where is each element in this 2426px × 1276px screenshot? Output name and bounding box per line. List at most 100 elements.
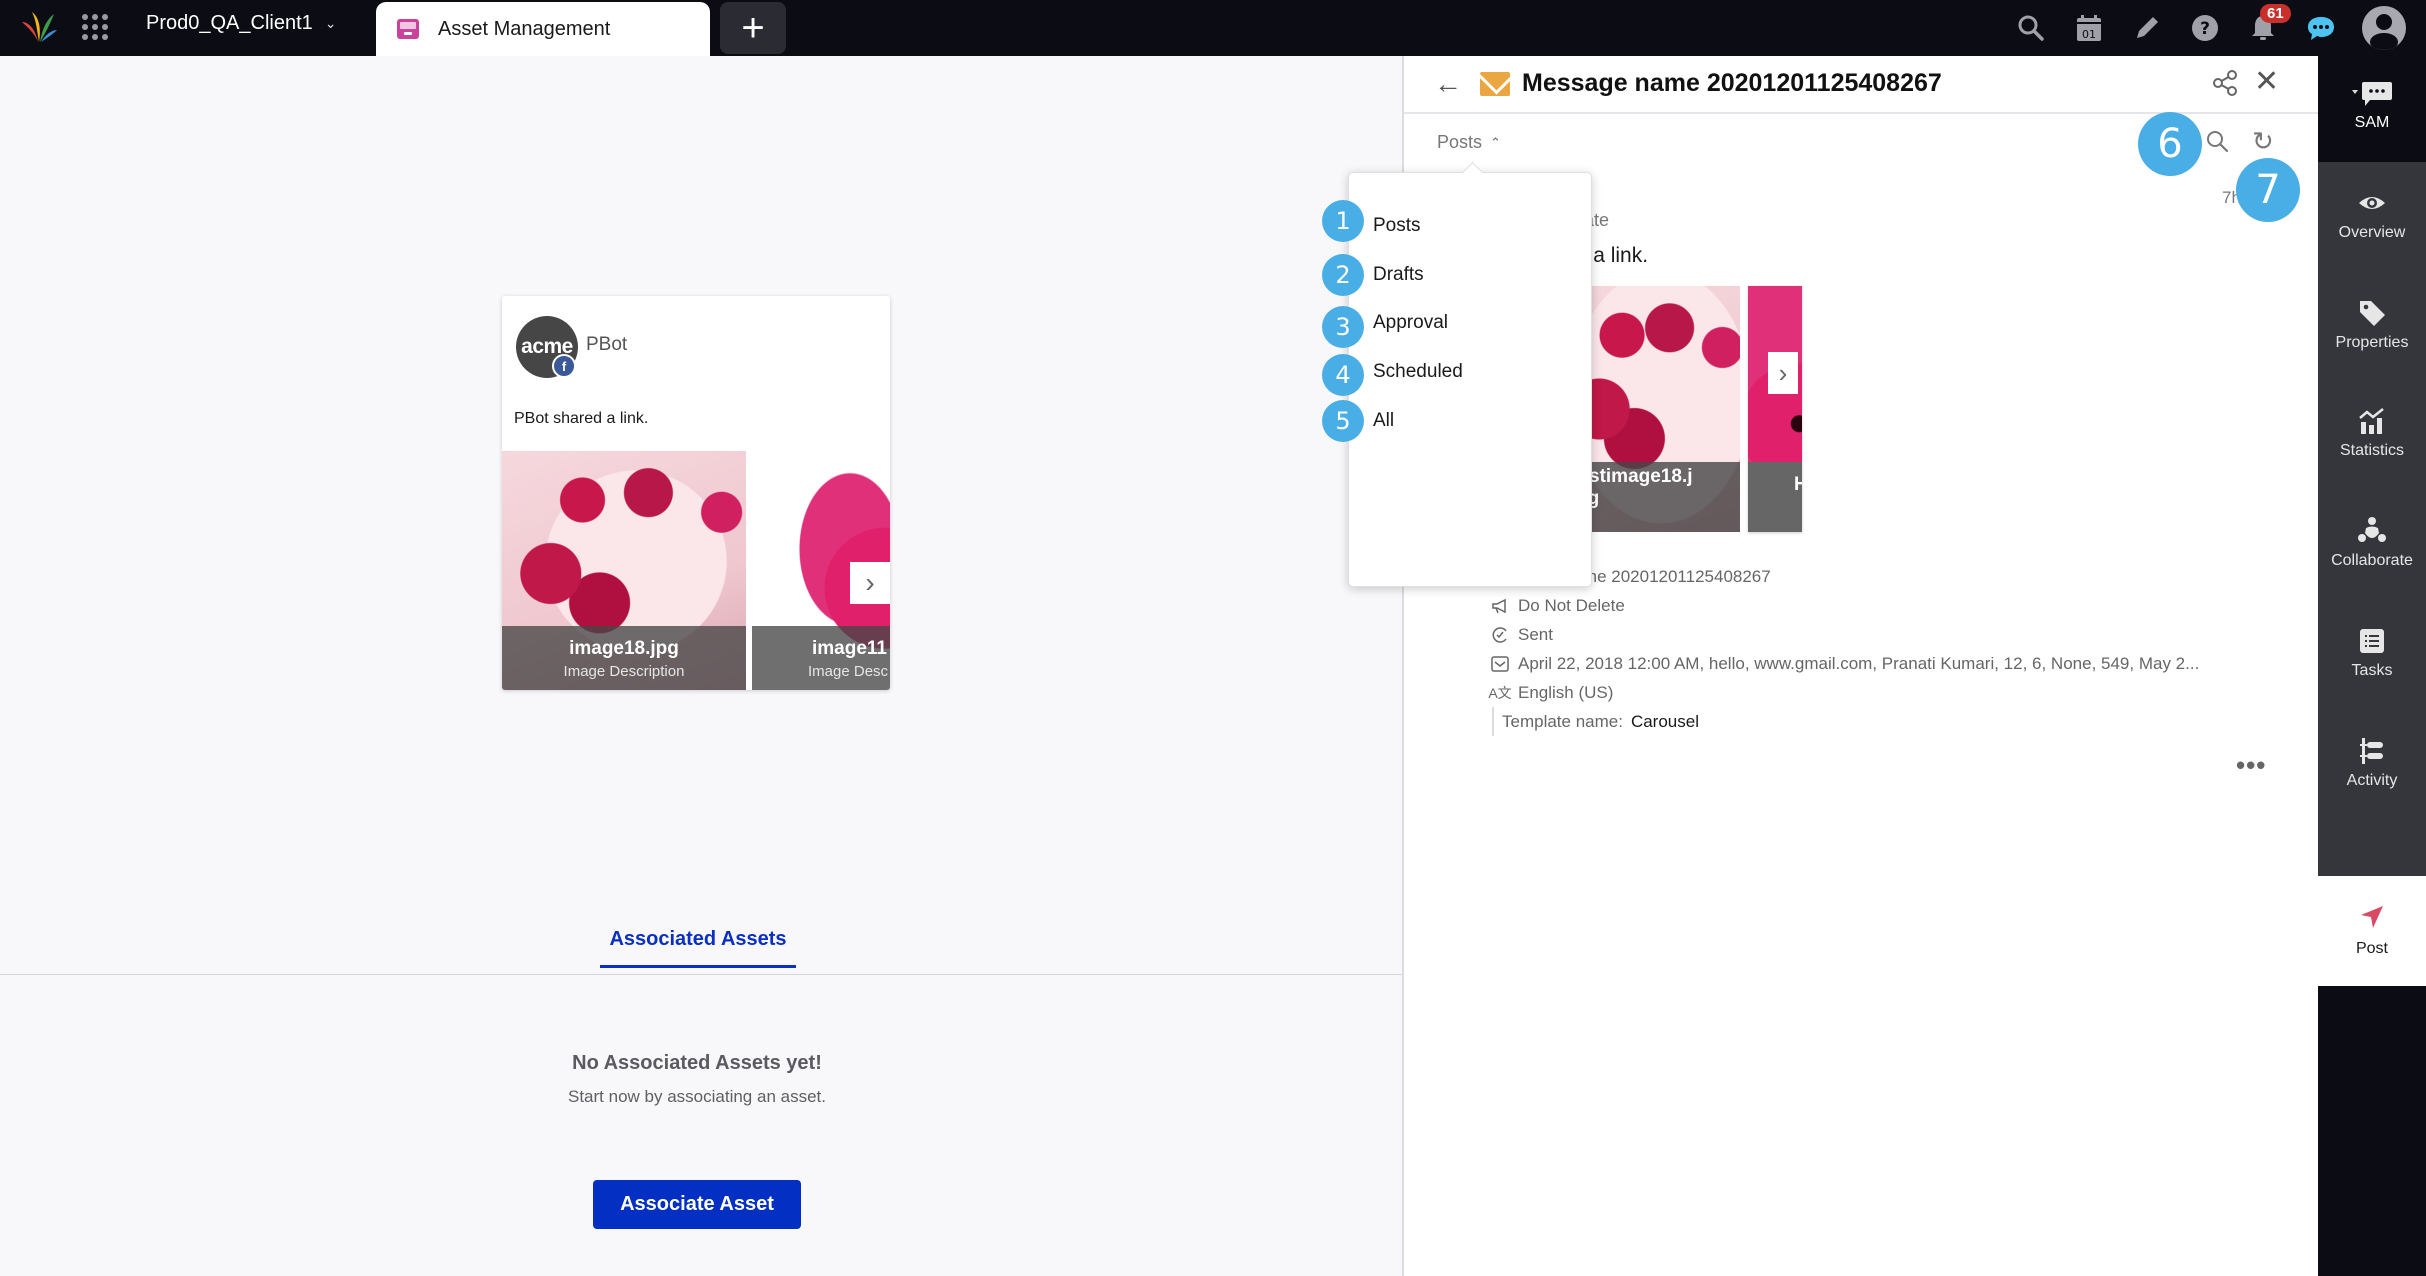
- chat-icon[interactable]: [2292, 0, 2350, 56]
- image-title: H: [1794, 474, 1802, 495]
- app-logo[interactable]: [20, 10, 58, 44]
- sidebar-label: Properties: [2335, 334, 2409, 351]
- annotation-marker: 6: [2138, 112, 2202, 176]
- share-icon[interactable]: [2210, 68, 2240, 98]
- top-bar: Prod0_QA_Client1 ⌄ Asset Management + 01…: [0, 0, 2426, 56]
- image-title: firstimage18.j: [1570, 466, 1693, 487]
- language-text: English (US): [1518, 682, 1614, 702]
- image-caption: H: [1748, 462, 1802, 532]
- carousel-image[interactable]: image18.jpg Image Description: [502, 451, 746, 690]
- sidebar-item-post[interactable]: Post: [2318, 876, 2426, 986]
- facebook-icon: f: [552, 354, 576, 378]
- meta-status: Sent: [1490, 620, 2199, 649]
- calendar-icon[interactable]: 01: [2060, 0, 2118, 56]
- image-caption: image18.jpg Image Description: [502, 626, 746, 690]
- message-title: Message name 20201201125408267: [1522, 69, 1942, 97]
- image-title: image18.jpg: [569, 638, 679, 659]
- associate-asset-button[interactable]: Associate Asset: [593, 1180, 801, 1229]
- back-arrow-icon[interactable]: ←: [1434, 68, 1462, 100]
- meta-name: name 20201201125408267: [1490, 562, 2199, 591]
- carousel-next-button[interactable]: ›: [1768, 352, 1798, 394]
- menu-item-approval[interactable]: Approval: [1373, 312, 1448, 334]
- status-check-icon: [1490, 626, 1510, 644]
- notification-badge: 61: [2260, 4, 2291, 23]
- carousel-next-button[interactable]: ›: [850, 562, 890, 604]
- megaphone-icon: [1490, 598, 1510, 614]
- email-icon: [1480, 72, 1510, 96]
- status-text: Sent: [1518, 624, 1553, 644]
- meta-custom-fields: April 22, 2018 12:00 AM, hello, www.gmai…: [1490, 649, 2199, 678]
- message-name: name 20201201125408267: [1564, 566, 1771, 586]
- chevron-up-icon: ⌃: [1490, 134, 1501, 150]
- sidebar-item-properties[interactable]: Properties: [2318, 272, 2426, 382]
- chevron-down-icon: ⌄: [324, 15, 337, 31]
- tab-asset-management[interactable]: Asset Management: [376, 2, 710, 56]
- image-caption: image11 Image Desc: [752, 626, 890, 690]
- pencil-icon[interactable]: [2118, 0, 2176, 56]
- asset-preview-panel: acme f PBot PBot shared a link. image18.…: [0, 56, 1402, 1276]
- translate-icon: A文: [1488, 684, 1512, 701]
- statistics-icon: [2359, 408, 2384, 434]
- inbox-icon: [397, 19, 419, 39]
- svg-text:01: 01: [2082, 28, 2096, 41]
- tab-associated-assets[interactable]: Associated Assets: [600, 928, 796, 968]
- workspace-selector[interactable]: Prod0_QA_Client1 ⌄: [146, 12, 337, 35]
- post-text: PBot shared a link.: [514, 410, 649, 427]
- search-icon[interactable]: [2204, 128, 2230, 154]
- user-avatar[interactable]: [2362, 6, 2406, 50]
- sidebar-label: Overview: [2338, 224, 2406, 241]
- menu-item-scheduled[interactable]: Scheduled: [1373, 361, 1463, 383]
- search-icon[interactable]: [2002, 0, 2060, 56]
- sidebar-item-activity[interactable]: Activity: [2318, 710, 2426, 820]
- refresh-icon[interactable]: ↻: [2252, 126, 2274, 157]
- activity-icon: [2360, 738, 2383, 764]
- send-icon: [2361, 906, 2383, 928]
- annotation-marker: 3: [1322, 306, 1364, 348]
- annotation-marker: 4: [1322, 354, 1364, 396]
- image-title: image11: [812, 638, 887, 659]
- image-title-wrap: pg: [1576, 488, 1740, 510]
- post-preview-card: acme f PBot PBot shared a link. image18.…: [502, 296, 890, 690]
- filter-label: Posts: [1437, 132, 1483, 152]
- more-options-icon[interactable]: •••: [2236, 750, 2266, 781]
- meta-language: A文 English (US): [1488, 678, 2199, 707]
- menu-item-drafts[interactable]: Drafts: [1373, 264, 1424, 286]
- template-label: Template name:: [1502, 711, 1623, 731]
- sidebar-label: Collaborate: [2331, 552, 2413, 569]
- sidebar-item-statistics[interactable]: Statistics: [2318, 380, 2426, 490]
- sidebar-label: Post: [2355, 940, 2388, 957]
- menu-item-all[interactable]: All: [1373, 410, 1394, 432]
- detail-header: ← Message name 20201201125408267 ✕: [1404, 56, 2320, 114]
- carousel-image[interactable]: H: [1748, 286, 1802, 532]
- annotation-marker: 7: [2236, 158, 2300, 222]
- posts-filter-dropdown[interactable]: Posts ⌃: [1437, 132, 1501, 153]
- empty-state-subtitle: Start now by associating an asset.: [568, 1087, 826, 1106]
- annotation-marker: 2: [1322, 254, 1364, 296]
- campaign-name: Do Not Delete: [1518, 595, 1625, 615]
- tag-icon: [2360, 301, 2385, 326]
- tasks-list-icon: [2360, 629, 2384, 653]
- sidebar-label: SAM: [2354, 114, 2390, 131]
- sidebar-item-collaborate[interactable]: Collaborate: [2318, 490, 2426, 600]
- sidebar-label: Activity: [2346, 772, 2398, 789]
- meta-campaign: Do Not Delete: [1490, 591, 2199, 620]
- annotation-marker: 1: [1322, 200, 1364, 242]
- sam-chat-icon: [2352, 82, 2392, 106]
- sidebar-item-tasks[interactable]: Tasks: [2318, 600, 2426, 710]
- help-icon[interactable]: ?: [2176, 0, 2234, 56]
- app-launcher-icon[interactable]: [82, 14, 108, 40]
- sidebar-menu: Overview Properties Statistics Collabora…: [2318, 162, 2426, 876]
- divider: [0, 974, 1402, 975]
- image-description: Image Description: [563, 663, 685, 680]
- collaborate-icon: [2358, 517, 2386, 542]
- add-tab-button[interactable]: +: [720, 2, 786, 54]
- close-icon[interactable]: ✕: [2254, 64, 2279, 99]
- sidebar-item-overview[interactable]: Overview: [2318, 162, 2426, 272]
- sidebar-label: Tasks: [2351, 662, 2393, 679]
- sidebar-item-sam[interactable]: SAM: [2318, 56, 2426, 162]
- posts-filter-menu: Posts Drafts Approval Scheduled All: [1348, 172, 1592, 587]
- menu-item-posts[interactable]: Posts: [1373, 215, 1421, 237]
- annotation-marker: 5: [1322, 400, 1364, 442]
- notifications-bell-icon[interactable]: 61: [2234, 0, 2292, 56]
- image-description: Image Desc: [808, 663, 889, 680]
